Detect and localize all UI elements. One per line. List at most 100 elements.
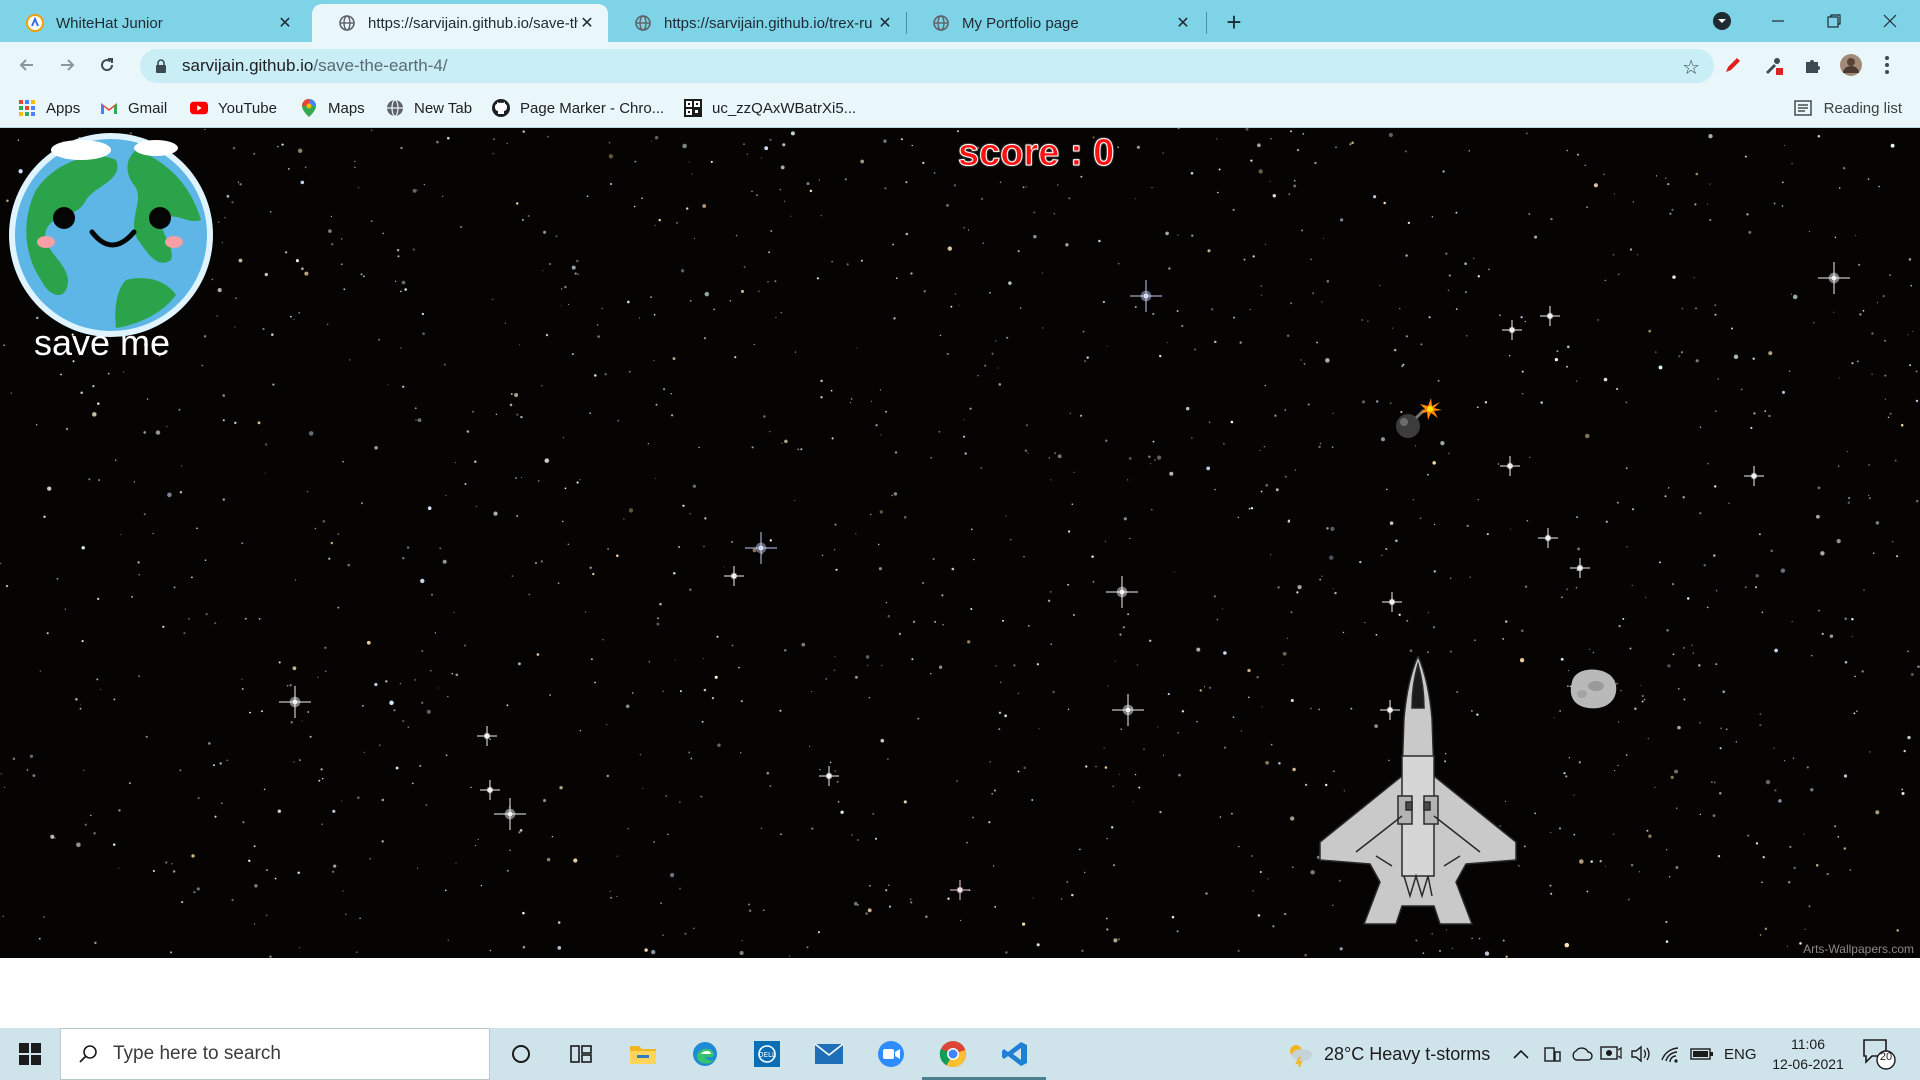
bookmark-label: Apps [46, 99, 81, 117]
zoom-button[interactable] [860, 1028, 922, 1080]
bookmark-gmail[interactable]: Gmail [100, 96, 167, 120]
bookmark-apps[interactable]: Apps [18, 96, 80, 120]
bookmark-label: New Tab [414, 99, 473, 117]
tab-close-icon[interactable]: ✕ [876, 14, 894, 32]
tab-strip: WhiteHat Junior ✕ https://sarvijain.gith… [0, 0, 1920, 42]
monitor-camera-icon [1600, 1046, 1622, 1060]
action-center-button[interactable]: 20 [1862, 1038, 1896, 1070]
close-icon [1883, 14, 1897, 28]
asteroid-sprite [1570, 669, 1617, 709]
score-display: score : 0 [957, 132, 1115, 175]
cloud-icon [1572, 1047, 1593, 1061]
arrow-right-icon [61, 59, 75, 71]
tab-close-icon[interactable]: ✕ [276, 14, 294, 32]
bookmark-new-tab[interactable]: New Tab [386, 96, 472, 120]
github-icon [492, 99, 510, 117]
bookmark-label: Page Marker - Chro... [520, 99, 665, 117]
chevron-up-icon [1513, 1049, 1529, 1059]
language-indicator[interactable]: ENG [1724, 1028, 1757, 1080]
lock-icon [156, 59, 166, 73]
bookmark-label: uc_zzQAxWBatrXi5... [712, 99, 857, 117]
reading-list-button[interactable]: Reading list [1793, 96, 1902, 120]
globe-icon [338, 14, 356, 32]
url-path: /save-the-earth-4/ [313, 56, 448, 75]
edge-button[interactable] [674, 1028, 736, 1080]
chevron-down-icon [1713, 12, 1731, 30]
profile-avatar[interactable] [1838, 52, 1864, 78]
folder-icon [630, 1046, 656, 1064]
bookmarks-bar: Apps Gmail YouTube Maps New Tab Page Mar… [0, 88, 1920, 128]
meet-now-tray-icon[interactable] [1600, 1028, 1622, 1080]
tab-my-portfolio[interactable]: My Portfolio page ✕ [906, 4, 1204, 42]
extensions-puzzle-icon[interactable] [1800, 52, 1826, 78]
tab-search-button[interactable] [1694, 0, 1750, 42]
svg-text:DELL: DELL [758, 1051, 776, 1059]
player-spaceship[interactable] [1316, 656, 1520, 932]
weather-widget[interactable]: 28°C Heavy t-storms [1286, 1028, 1490, 1080]
chrome-icon [939, 1041, 966, 1068]
windows-taskbar: Type here to search DELL 28°C Heavy t-st… [0, 1028, 1920, 1080]
forward-button[interactable] [52, 50, 82, 80]
pen-extension-icon[interactable] [1720, 52, 1746, 78]
chrome-button[interactable] [922, 1028, 984, 1080]
clock-date: 12-06-2021 [1772, 1056, 1844, 1072]
tab-whitehat-junior[interactable]: WhiteHat Junior ✕ [0, 4, 306, 42]
maps-pin-icon [300, 99, 318, 117]
close-window-button[interactable] [1862, 0, 1918, 42]
reading-list-label: Reading list [1823, 99, 1902, 117]
tab-separator [1206, 12, 1207, 34]
volume-tray-icon[interactable] [1630, 1028, 1652, 1080]
bookmark-youtube[interactable]: YouTube [190, 96, 277, 120]
arrow-left-icon [19, 59, 33, 71]
dell-app-button[interactable]: DELL [736, 1028, 798, 1080]
eyedropper-extension-icon[interactable] [1760, 52, 1786, 78]
restore-button[interactable] [1806, 0, 1862, 42]
game-canvas[interactable]: save me score : 0 Arts-Wallpapers.com [0, 128, 1920, 958]
dell-icon: DELL [754, 1041, 780, 1067]
file-explorer-button[interactable] [612, 1028, 674, 1080]
minimize-icon [1772, 20, 1784, 22]
tab-save-the-earth[interactable]: https://sarvijain.github.io/save-th ✕ [312, 4, 608, 42]
cortana-circle-icon [512, 1045, 530, 1063]
tab-trex-runner[interactable]: https://sarvijain.github.io/trex-ru ✕ [608, 4, 906, 42]
clock-time: 11:06 [1791, 1036, 1825, 1052]
tab-close-icon[interactable]: ✕ [578, 14, 596, 32]
new-tab-button[interactable]: + [1220, 7, 1248, 37]
wifi-tray-icon[interactable] [1660, 1028, 1682, 1080]
task-view-icon [570, 1045, 592, 1063]
globe-icon [386, 99, 404, 117]
minimize-button[interactable] [1750, 0, 1806, 42]
bookmark-star-icon[interactable]: ☆ [1682, 55, 1700, 80]
windows-logo-icon [19, 1043, 41, 1065]
bookmark-label: Gmail [128, 99, 168, 117]
speaker-icon [1631, 1045, 1650, 1063]
wallpaper-watermark: Arts-Wallpapers.com [1803, 942, 1914, 956]
reload-button[interactable] [92, 50, 122, 80]
clock[interactable]: 11:06 12-06-2021 [1770, 1034, 1846, 1074]
taskbar-search[interactable]: Type here to search [60, 1028, 490, 1080]
battery-icon [1690, 1048, 1713, 1060]
task-view-button[interactable] [550, 1028, 612, 1080]
address-bar[interactable]: sarvijain.github.io/save-the-earth-4/ ☆ [140, 49, 1714, 83]
earth-character [9, 133, 213, 337]
tray-expand-button[interactable] [1512, 1028, 1530, 1080]
back-button[interactable] [12, 50, 42, 80]
bookmark-label: YouTube [218, 99, 277, 117]
tab-close-icon[interactable]: ✕ [1174, 14, 1192, 32]
search-placeholder: Type here to search [113, 1043, 281, 1064]
bookmark-maps[interactable]: Maps [300, 96, 365, 120]
onedrive-tray-icon[interactable] [1570, 1028, 1594, 1080]
device-tray-icon[interactable] [1542, 1028, 1562, 1080]
browser-menu-icon[interactable] [1880, 52, 1894, 78]
bookmark-uc[interactable]: uc_zzQAxWBatrXi5... [684, 96, 856, 120]
cortana-button[interactable] [490, 1028, 552, 1080]
tab-title: https://sarvijain.github.io/trex-ru [664, 14, 873, 32]
youtube-icon [190, 99, 208, 117]
vscode-button[interactable] [984, 1028, 1046, 1080]
bomb-sprite [1396, 398, 1442, 438]
bookmark-page-marker[interactable]: Page Marker - Chro... [492, 96, 664, 120]
mail-button[interactable] [798, 1028, 860, 1080]
battery-tray-icon[interactable] [1690, 1028, 1714, 1080]
start-button[interactable] [0, 1028, 60, 1080]
apps-grid-icon [18, 99, 36, 117]
